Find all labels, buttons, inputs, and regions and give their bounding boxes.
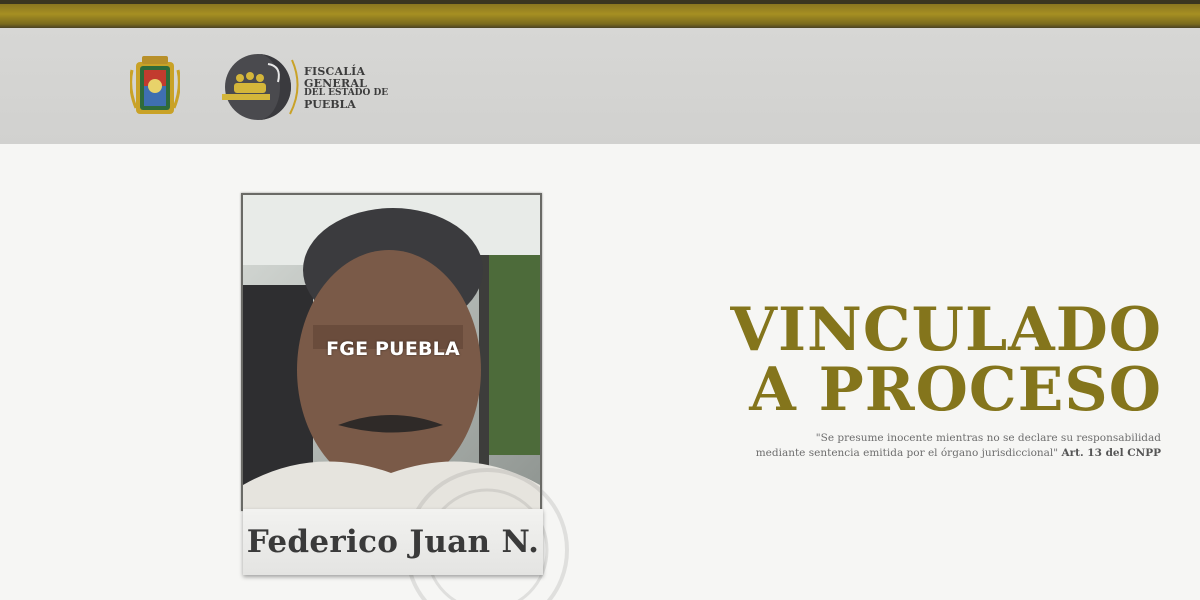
presumption-notice: "Se presume inocente mientras no se decl… bbox=[700, 431, 1161, 461]
person-name: Federico Juan N. bbox=[246, 524, 540, 560]
agency-name: FISCALÍA GENERAL DEL ESTADO DE PUEBLA bbox=[304, 66, 424, 110]
agency-name-line3: PUEBLA bbox=[304, 97, 356, 111]
notice-line2: mediante sentencia emitida por el órgano… bbox=[755, 447, 1059, 459]
notice-line1: "Se presume inocente mientras no se decl… bbox=[815, 432, 1161, 444]
headline-line1: VINCULADO bbox=[730, 295, 1162, 365]
agency-name-line1: FISCALÍA GENERAL bbox=[304, 65, 368, 90]
name-plate: Federico Juan N. bbox=[243, 509, 543, 575]
photo-overlay-text: FGE PUEBLA bbox=[326, 338, 460, 360]
fge-logo-icon bbox=[222, 54, 299, 120]
top-gold-stripe bbox=[0, 0, 1200, 28]
notice-citation: Art. 13 del CNPP bbox=[1061, 447, 1161, 459]
state-coat-of-arms-icon bbox=[130, 56, 180, 114]
header-band bbox=[0, 28, 1200, 144]
status-headline: VINCULADO A PROCESO bbox=[700, 300, 1162, 420]
headline-line2: A PROCESO bbox=[749, 355, 1162, 425]
